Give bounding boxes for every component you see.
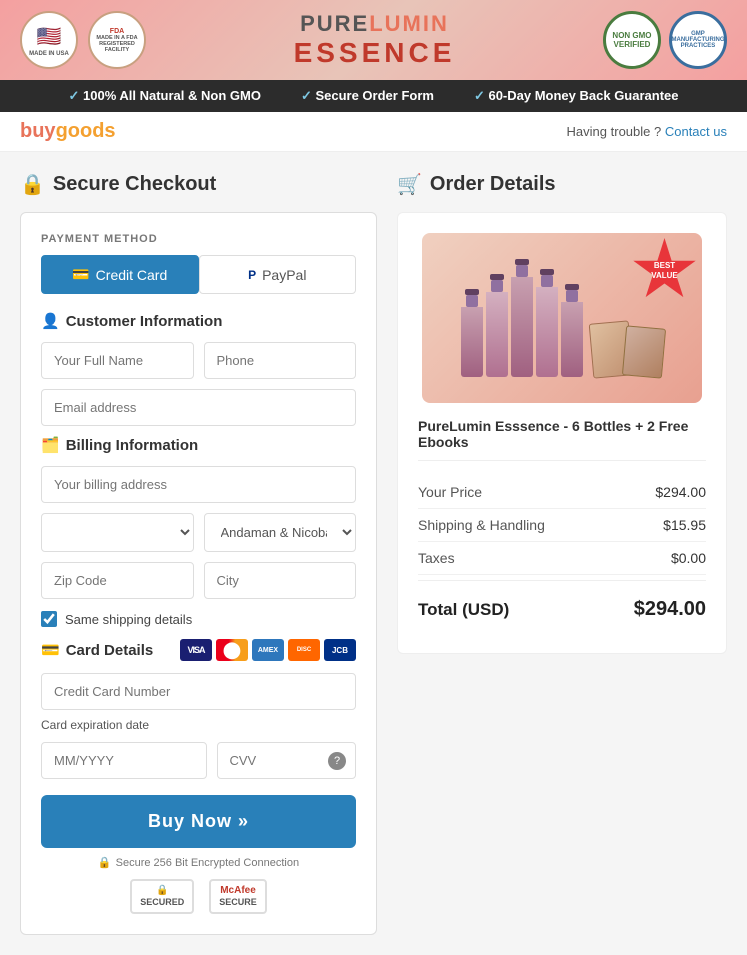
total-label: Total (USD) (418, 600, 509, 620)
bottle-1 (461, 289, 483, 377)
credit-card-icon: 💳 (72, 266, 89, 283)
checkout-form-card: PAYMENT METHOD 💳 Credit Card P PayPal 👤 … (20, 212, 377, 935)
payment-method-label: PAYMENT METHOD (41, 233, 356, 245)
billing-address-input[interactable] (41, 466, 356, 503)
card-icons: VISA ⬤ AMEX DISC JCB (180, 639, 356, 661)
nav-help: Having trouble ? Contact us (567, 124, 727, 139)
product-image: BEST VALUE (418, 233, 706, 403)
jcb-icon: JCB (324, 639, 356, 661)
security-badges: 🔒 SECURED McAfee SECURE (41, 879, 356, 914)
checkout-column: 🔒 Secure Checkout PAYMENT METHOD 💳 Credi… (20, 172, 377, 935)
email-row (41, 389, 356, 426)
taxes-row: Taxes $0.00 (418, 542, 706, 575)
card-details-header: 💳 Card Details VISA ⬤ AMEX DISC JCB (41, 639, 356, 661)
shipping-row: Shipping & Handling $15.95 (418, 509, 706, 542)
city-input[interactable] (204, 562, 357, 599)
buygoods-logo: buygoods (20, 120, 116, 143)
checkout-title: 🔒 Secure Checkout (20, 172, 377, 197)
card-icon: 💳 (41, 641, 60, 659)
expiry-cvv-row: ? (41, 742, 356, 779)
state-select[interactable]: Andaman & Nicobar Maharashtra (204, 513, 357, 552)
zip-input[interactable] (41, 562, 194, 599)
zip-city-row (41, 562, 356, 599)
billing-info-title: 🗂️ Billing Information (41, 436, 356, 454)
billing-icon: 🗂️ (41, 436, 60, 454)
main-content: 🔒 Secure Checkout PAYMENT METHOD 💳 Credi… (0, 152, 747, 955)
shipping-value: $15.95 (663, 517, 706, 533)
total-value: $294.00 (634, 598, 706, 621)
brand-logo: PURELUMIN ESSENCE (294, 11, 456, 69)
same-shipping-label: Same shipping details (65, 612, 192, 627)
header-banner: 🇺🇸 MADE IN USA FDA MADE IN A FDA REGISTE… (0, 0, 747, 80)
trust-bar: 100% All Natural & Non GMO Secure Order … (0, 80, 747, 112)
your-price-row: Your Price $294.00 (418, 476, 706, 509)
order-column: 🛒 Order Details (397, 172, 727, 935)
taxes-label: Taxes (418, 550, 455, 566)
country-state-row: United States India Andaman & Nicobar Ma… (41, 513, 356, 552)
expiry-date-label: Card expiration date (41, 718, 356, 732)
trust-item-1: 100% All Natural & Non GMO (68, 88, 260, 104)
fda-badge: FDA MADE IN A FDA REGISTERED FACILITY (88, 11, 146, 69)
secure-note: 🔒 Secure 256 Bit Encrypted Connection (41, 856, 356, 869)
shipping-label: Shipping & Handling (418, 517, 545, 533)
amex-icon: AMEX (252, 639, 284, 661)
book-2 (621, 325, 665, 378)
bottle-3 (511, 259, 533, 377)
nav-bar: buygoods Having trouble ? Contact us (0, 112, 747, 152)
your-price-value: $294.00 (655, 484, 706, 500)
order-card: BEST VALUE PureLumin Esssence - 6 Bottle… (397, 212, 727, 654)
total-divider (418, 580, 706, 581)
bottle-4 (536, 269, 558, 377)
product-visual: BEST VALUE (422, 233, 702, 403)
email-input[interactable] (41, 389, 356, 426)
cvv-wrap: ? (217, 742, 357, 779)
paypal-tab[interactable]: P PayPal (199, 255, 357, 294)
secured-badge: 🔒 SECURED (130, 879, 194, 914)
bottle-5 (561, 284, 583, 377)
user-icon: 👤 (41, 312, 60, 330)
trust-item-3: 60-Day Money Back Guarantee (474, 88, 679, 104)
left-badges: 🇺🇸 MADE IN USA FDA MADE IN A FDA REGISTE… (20, 11, 146, 69)
same-shipping-checkbox[interactable] (41, 611, 57, 627)
lock-icon: 🔒 (20, 172, 45, 197)
trust-item-2: Secure Order Form (301, 88, 434, 104)
same-shipping-row: Same shipping details (41, 611, 356, 627)
credit-card-tab[interactable]: 💳 Credit Card (41, 255, 199, 294)
total-row: Total (USD) $294.00 (418, 586, 706, 633)
billing-address-row (41, 466, 356, 503)
card-details-title: 💳 Card Details (41, 641, 153, 659)
cvv-help-icon[interactable]: ? (328, 752, 346, 770)
taxes-value: $0.00 (671, 550, 706, 566)
cart-icon: 🛒 (397, 172, 422, 197)
full-name-input[interactable] (41, 342, 194, 379)
expiry-input[interactable] (41, 742, 207, 779)
bottles-visual (451, 249, 674, 387)
visa-icon: VISA (180, 639, 212, 661)
discover-icon: DISC (288, 639, 320, 661)
order-title: 🛒 Order Details (397, 172, 727, 197)
product-name: PureLumin Esssence - 6 Bottles + 2 Free … (418, 418, 706, 461)
paypal-icon: P (248, 268, 256, 282)
mcafee-badge: McAfee SECURE (209, 879, 267, 914)
phone-input[interactable] (204, 342, 357, 379)
card-number-input[interactable] (41, 673, 356, 710)
customer-info-title: 👤 Customer Information (41, 312, 356, 330)
country-select[interactable]: United States India (41, 513, 194, 552)
buy-now-button[interactable]: Buy Now » (41, 795, 356, 848)
bottle-2 (486, 274, 508, 377)
usa-badge: 🇺🇸 MADE IN USA (20, 11, 78, 69)
mastercard-icon: ⬤ (216, 639, 248, 661)
your-price-label: Your Price (418, 484, 482, 500)
right-badges: NON GMO VERIFIED GMP MANUFACTURING PRACT… (603, 11, 727, 69)
contact-link[interactable]: Contact us (665, 124, 727, 139)
lock-small-icon: 🔒 (98, 856, 112, 869)
nongmo-badge: NON GMO VERIFIED (603, 11, 661, 69)
payment-tabs: 💳 Credit Card P PayPal (41, 255, 356, 294)
gmp-badge: GMP MANUFACTURING PRACTICES (669, 11, 727, 69)
name-phone-row (41, 342, 356, 379)
